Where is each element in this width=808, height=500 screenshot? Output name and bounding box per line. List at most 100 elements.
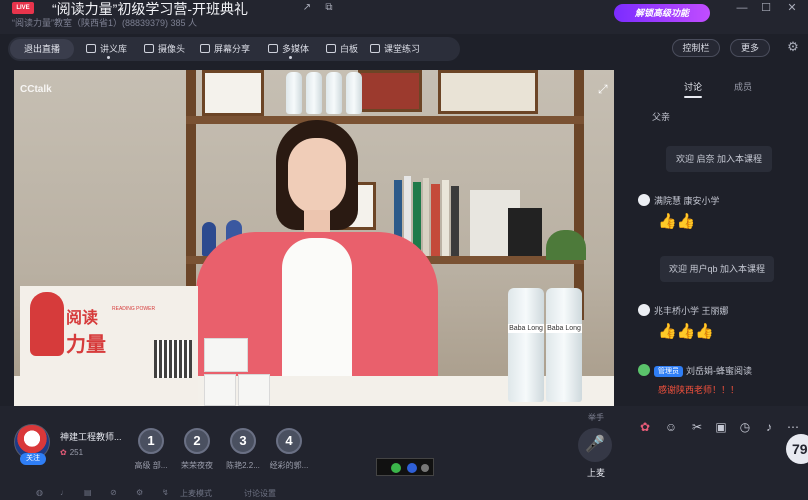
desk-water-bottle: Baba Long bbox=[508, 288, 544, 402]
active-dot bbox=[289, 56, 292, 59]
rank-name-2: 荣荣夜夜 bbox=[181, 461, 213, 470]
chat-toolbar: ✿ ☺ ✂ ▣ ◷ ♪ ⋯ bbox=[628, 418, 808, 438]
qr-code-icon bbox=[154, 340, 192, 378]
device-icon[interactable]: ◍ bbox=[36, 488, 43, 497]
tool-multimedia[interactable]: 多媒体 bbox=[268, 37, 309, 61]
raise-hand-button[interactable]: 🎤 bbox=[578, 428, 612, 462]
close-icon[interactable]: ✕ bbox=[782, 0, 802, 16]
admin-badge: 管理员 bbox=[654, 366, 683, 377]
system-message: 欢迎 用户qb 加入本课程 bbox=[660, 256, 774, 282]
raise-hand-label: 举手 bbox=[588, 413, 604, 422]
chat-username: 满院慧 康安小学 bbox=[638, 194, 720, 207]
scissors-icon[interactable]: ✂ bbox=[688, 418, 706, 436]
flower-count: ✿ 251 bbox=[60, 448, 84, 457]
rank-name-4: 经彩的郭... bbox=[269, 461, 309, 470]
live-badge: LIVE bbox=[12, 2, 34, 14]
chat-message: 👍👍👍 bbox=[658, 323, 715, 340]
presenter-face bbox=[288, 138, 346, 214]
chat-message: 感谢陕西老师！！！ bbox=[658, 385, 740, 395]
pencil-icon bbox=[370, 44, 380, 53]
water-bottle bbox=[286, 72, 302, 114]
torch-logo-icon bbox=[30, 292, 64, 356]
tool-camera[interactable]: 摄像头 bbox=[144, 37, 185, 61]
tool-screen-share[interactable]: 屏幕分享 bbox=[200, 37, 250, 61]
user-avatar bbox=[638, 304, 650, 316]
gear-small-icon[interactable]: ⚙ bbox=[136, 488, 143, 497]
user-avatar bbox=[638, 364, 650, 376]
chat-username: 管理员 刘岳娟-蜂蜜阅读 bbox=[638, 364, 752, 377]
mic-mode-label[interactable]: 上麦模式 bbox=[180, 488, 212, 499]
book bbox=[442, 180, 449, 256]
tool-whiteboard[interactable]: 白板 bbox=[326, 37, 358, 61]
play-icon bbox=[268, 44, 278, 53]
chat-partial-text: 父亲 bbox=[652, 112, 671, 122]
system-message: 欢迎 启奈 加入本课程 bbox=[666, 146, 772, 172]
product-box bbox=[238, 374, 270, 406]
share-icon[interactable]: ↗ bbox=[300, 1, 314, 15]
flower-icon: ✿ bbox=[60, 448, 67, 457]
picture-frame bbox=[202, 70, 264, 116]
follow-button[interactable]: 关注 bbox=[20, 453, 46, 465]
rank-name-1: 高级 部... bbox=[134, 461, 168, 470]
water-bottle bbox=[306, 72, 322, 114]
live-toolbar: 退出直播 讲义库 摄像头 屏幕分享 多媒体 白板 课堂练习 bbox=[8, 37, 460, 61]
floating-widget[interactable] bbox=[376, 458, 434, 476]
screen-icon bbox=[200, 44, 210, 53]
reading-power-banner: 阅读 力量 READING POWER bbox=[20, 286, 198, 406]
bell-icon[interactable]: ♪ bbox=[760, 418, 778, 436]
flower-icon[interactable]: ✿ bbox=[636, 418, 654, 436]
book bbox=[508, 208, 542, 256]
expand-icon[interactable]: ⤢ bbox=[598, 82, 608, 97]
settings-gear-icon[interactable]: ⚙ bbox=[784, 38, 802, 56]
water-bottle bbox=[346, 72, 362, 114]
video-stream[interactable]: Baba Long Baba Long 阅读 力量 READING POWER … bbox=[14, 70, 614, 406]
image-icon[interactable]: ▣ bbox=[712, 418, 730, 436]
rank-badge-3[interactable]: 3 bbox=[230, 428, 256, 454]
record-icon[interactable]: ▤ bbox=[84, 488, 92, 497]
book bbox=[451, 186, 459, 256]
arrow-icon[interactable]: ↯ bbox=[162, 488, 169, 497]
online-count-badge[interactable]: 79 bbox=[786, 434, 808, 464]
copy-icon[interactable]: ⧉ bbox=[322, 1, 336, 15]
minimize-icon[interactable]: — bbox=[732, 0, 752, 16]
unlock-advanced-features-button[interactable]: 解锁高级功能 bbox=[614, 4, 710, 22]
shelf-board bbox=[186, 116, 584, 124]
title-bar: LIVE “阅读力量”初级学习营-开班典礼 “阅读力量”教室（陕西省1）(888… bbox=[0, 0, 808, 34]
camera-icon bbox=[144, 44, 154, 53]
active-dot bbox=[107, 56, 110, 59]
maximize-icon[interactable]: ☐ bbox=[756, 0, 776, 16]
emoji-icon[interactable]: ☺ bbox=[662, 418, 680, 436]
control-bar-button[interactable]: 控制栏 bbox=[672, 39, 720, 57]
certificate-frame bbox=[438, 70, 538, 114]
help-icon bbox=[407, 463, 417, 473]
block-icon[interactable]: ⊘ bbox=[110, 488, 117, 497]
green-dot-icon bbox=[391, 463, 401, 473]
rank-badge-4[interactable]: 4 bbox=[276, 428, 302, 454]
product-box bbox=[204, 338, 248, 372]
course-title: “阅读力量”初级学习营-开班典礼 bbox=[52, 1, 248, 17]
book bbox=[431, 184, 440, 256]
more-button[interactable]: 更多 bbox=[730, 39, 770, 57]
cctalk-watermark: CCtalk bbox=[20, 84, 52, 95]
tab-discussion[interactable]: 讨论 bbox=[684, 80, 703, 98]
shelf-post bbox=[186, 70, 196, 320]
course-meta: “阅读力量”教室（陕西省1）(88839379) 385 人 bbox=[12, 18, 198, 28]
water-bottle bbox=[326, 72, 342, 114]
tab-members[interactable]: 成员 bbox=[734, 80, 752, 93]
clock-icon[interactable]: ◷ bbox=[736, 418, 754, 436]
bottom-bar: 关注 神建工程教师... ✿ 251 1 高级 部... 2 荣荣夜夜 3 陈艳2… bbox=[0, 406, 808, 500]
tool-lecture-library[interactable]: 讲义库 bbox=[86, 37, 127, 61]
product-box bbox=[204, 374, 236, 406]
desk-water-bottle: Baba Long bbox=[546, 288, 582, 402]
board-icon bbox=[326, 44, 336, 53]
plant bbox=[546, 230, 586, 260]
exit-live-button[interactable]: 退出直播 bbox=[10, 39, 74, 59]
rank-badge-2[interactable]: 2 bbox=[184, 428, 210, 454]
chat-username: 兆丰桥小学 王丽娜 bbox=[638, 304, 729, 317]
mic-small-icon[interactable]: ♩ bbox=[60, 488, 68, 497]
tool-classroom-exercise[interactable]: 课堂练习 bbox=[370, 37, 420, 61]
on-mic-label: 上麦 bbox=[586, 468, 605, 478]
mic-icon: 🎤 bbox=[585, 436, 605, 453]
discussion-settings-label[interactable]: 讨论设置 bbox=[244, 488, 276, 499]
rank-badge-1[interactable]: 1 bbox=[138, 428, 164, 454]
